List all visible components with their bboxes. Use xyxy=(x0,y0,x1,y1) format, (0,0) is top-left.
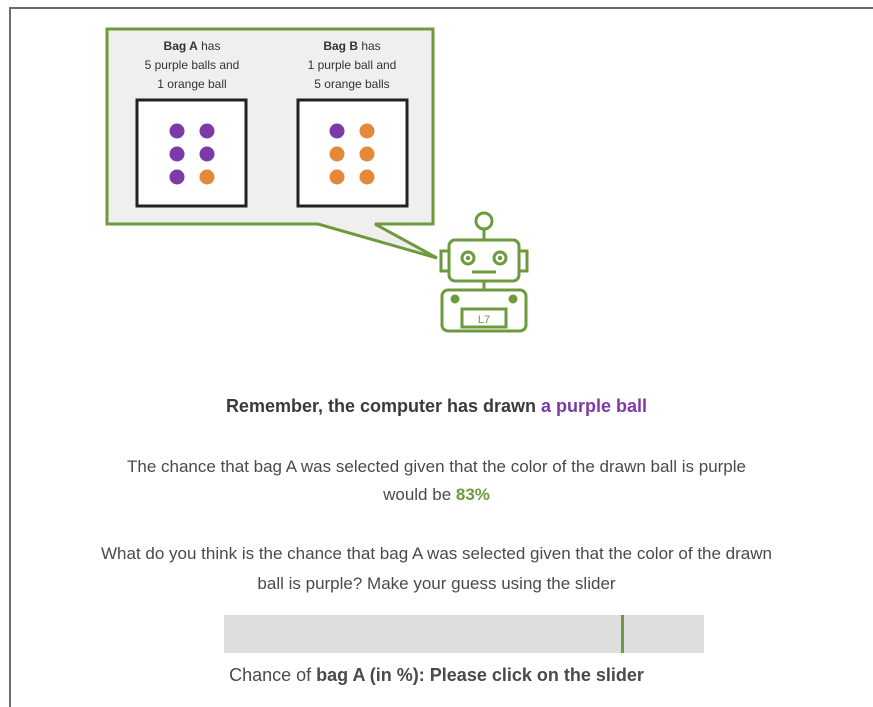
bag-b-ball-purple xyxy=(329,123,345,139)
bag-a-ball-purple xyxy=(199,146,215,162)
slider-label-bold: bag A (in %): Please click on the slider xyxy=(316,665,644,685)
chance-value: 83% xyxy=(455,485,490,504)
bags-illustration: Bag A has 5 purple balls and 1 orange ba… xyxy=(105,27,529,333)
bag-b-caption-line1: Bag B has xyxy=(323,39,380,53)
chance-text: The chance that bag A was selected given… xyxy=(0,453,873,509)
bag-b-ball-orange xyxy=(329,146,345,162)
remember-prefix: Remember, the computer has drawn xyxy=(225,396,542,416)
question-text: What do you think is the chance that bag… xyxy=(0,539,873,599)
drawn-ball-highlight: a purple ball xyxy=(541,396,648,416)
bag-a-ball-orange xyxy=(199,169,215,185)
bag-a-ball-purple xyxy=(199,123,215,139)
chance-slider[interactable] xyxy=(224,615,704,653)
chance-line1: The chance that bag A was selected given… xyxy=(127,457,746,476)
bag-b-caption-line3: 5 orange balls xyxy=(314,77,389,91)
chance-line2-prefix: would be xyxy=(383,485,456,504)
bag-a-caption-line2: 5 purple balls and xyxy=(145,58,240,72)
bag-b-caption-line2: 1 purple ball and xyxy=(308,58,397,72)
remember-text: Remember, the computer has drawn a purpl… xyxy=(0,396,873,417)
chance-line2: would be 83% xyxy=(0,481,873,509)
bag-b-ball-orange xyxy=(329,169,345,185)
bag-a-box xyxy=(135,98,248,208)
bag-a-caption-line3: 1 orange ball xyxy=(157,77,226,91)
robot-label: L7 xyxy=(478,314,490,326)
slider-marker[interactable] xyxy=(621,615,625,653)
bag-b-ball-orange xyxy=(359,123,375,139)
bag-b-ball-orange xyxy=(359,169,375,185)
slider-label-prefix: Chance of xyxy=(229,665,317,685)
bag-a-ball-purple xyxy=(169,146,185,162)
bag-a-ball-purple xyxy=(169,123,185,139)
bag-b-box xyxy=(296,98,409,208)
question-line2: ball is purple? Make your guess using th… xyxy=(257,574,616,593)
question-line1: What do you think is the chance that bag… xyxy=(101,544,772,563)
bag-a-caption-line1: Bag A has xyxy=(164,39,221,53)
bag-a-ball-purple xyxy=(169,169,185,185)
bag-b-ball-orange xyxy=(359,146,375,162)
slider-label: Chance of bag A (in %): Please click on … xyxy=(0,665,873,686)
